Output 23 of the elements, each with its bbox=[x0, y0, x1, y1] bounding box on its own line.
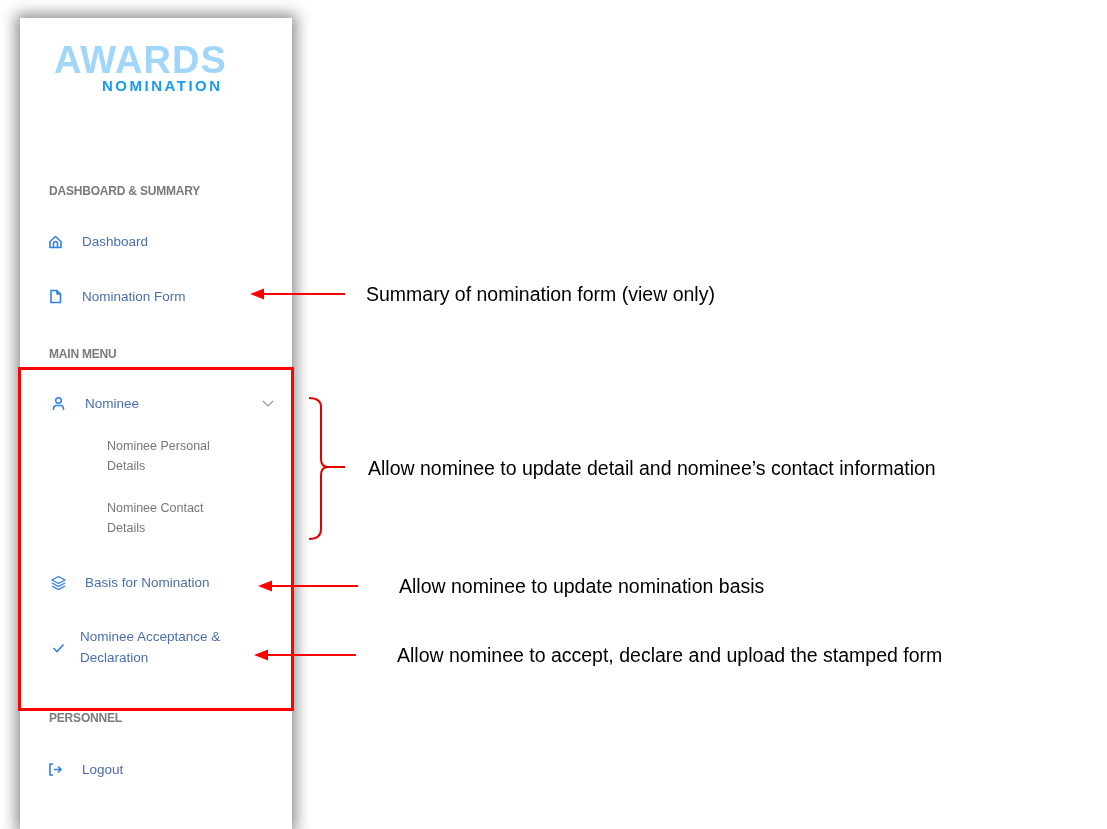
menu-item[interactable]: Logout bbox=[82, 759, 124, 780]
document-icon bbox=[48, 289, 63, 304]
menu-item[interactable]: Nomination Form bbox=[82, 286, 186, 307]
home-icon bbox=[48, 234, 63, 249]
logo-wordmark: AWARDS bbox=[54, 44, 227, 76]
submenu-item[interactable]: Nominee Personal Details bbox=[23, 437, 291, 476]
annotation-text: Allow nominee to update detail and nominee’s contact information bbox=[368, 456, 936, 480]
annotation-text: Allow nominee to accept, declare and upload the stamped form bbox=[397, 643, 943, 667]
menu-item[interactable]: Dashboard bbox=[82, 231, 149, 252]
user-icon bbox=[51, 395, 66, 411]
menu-item[interactable]: Basis for Nomination bbox=[85, 571, 210, 593]
logout-icon bbox=[48, 762, 63, 777]
submenu-item[interactable]: Nominee Contact Details bbox=[23, 499, 291, 538]
chevron-icon[interactable] bbox=[261, 398, 275, 408]
menu-item[interactable]: Nominee Acceptance & Declaration bbox=[80, 626, 255, 668]
annotation-text: Allow nominee to update nomination basis bbox=[399, 574, 765, 598]
layers-icon bbox=[51, 574, 66, 590]
logo-tagline: NOMINATION bbox=[102, 78, 223, 94]
annotation-text: Summary of nomination form (view only) bbox=[366, 282, 715, 306]
section-heading: DASHBOARD & SUMMARY bbox=[48, 183, 202, 200]
section-heading: PERSONNEL bbox=[48, 710, 123, 727]
section-heading: MAIN MENU bbox=[48, 346, 118, 363]
menu-item[interactable]: Nominee bbox=[85, 392, 140, 414]
